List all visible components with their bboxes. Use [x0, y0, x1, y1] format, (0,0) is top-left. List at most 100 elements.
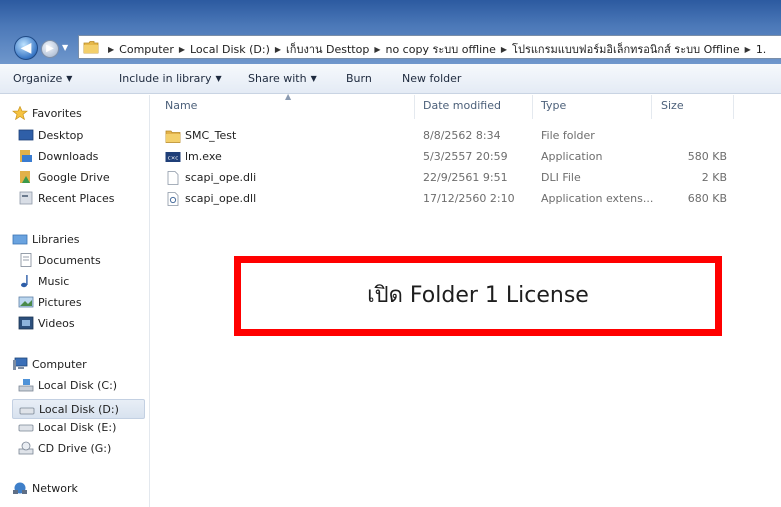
- libraries-icon: [12, 234, 28, 245]
- cd-drive-icon: [18, 441, 34, 455]
- instruction-callout: เปิด Folder 1 License: [234, 256, 722, 336]
- file-size: 680 KB: [687, 192, 727, 205]
- file-type: File folder: [541, 129, 595, 142]
- chevron-down-icon: ▼: [215, 74, 222, 83]
- nav-network-label: Network: [32, 482, 78, 495]
- nav-disk-d-label: Local Disk (D:): [39, 403, 119, 416]
- drive-icon: [18, 424, 34, 432]
- column-divider[interactable]: [651, 95, 652, 119]
- file-type: Application: [541, 150, 603, 163]
- recent-pages-chevron-icon[interactable]: ▼: [62, 42, 72, 54]
- instruction-text: เปิด Folder 1 License: [367, 283, 589, 308]
- organize-button[interactable]: Organize ▼: [13, 72, 72, 85]
- breadcrumb-desktop-work[interactable]: เก็บงาน Desttop: [286, 43, 369, 56]
- nav-disk-c-label: Local Disk (C:): [38, 379, 118, 392]
- nav-google-drive[interactable]: Google Drive: [18, 171, 110, 191]
- window-header: ◀ ▶ ▼ ▶ Computer ▶ Local Disk (D:) ▶ เก็บงาน …: [0, 0, 781, 64]
- star-icon: [12, 106, 28, 120]
- nav-music-label: Music: [38, 275, 70, 288]
- nav-documents-label: Documents: [38, 254, 101, 267]
- nav-videos[interactable]: Videos: [18, 316, 75, 337]
- dll-file-icon: [167, 192, 179, 206]
- share-label: Share with: [248, 72, 307, 85]
- folder-icon: [165, 130, 181, 143]
- network-icon: [13, 482, 27, 494]
- system-drive-icon: [18, 379, 34, 392]
- navigation-pane: Favorites Desktop Downloads Google Drive…: [0, 95, 150, 507]
- breadcrumb-eform-program[interactable]: โปรแกรมแบบฟอร์มอิเล็กทรอนิกส์ ระบบ Offli…: [512, 43, 740, 56]
- nav-favorites[interactable]: Favorites: [12, 106, 82, 127]
- forward-arrow-icon[interactable]: ▶: [41, 40, 59, 58]
- file-size: 580 KB: [687, 150, 727, 163]
- new-folder-button[interactable]: New folder: [402, 72, 461, 85]
- column-header-type[interactable]: Type: [541, 99, 566, 119]
- nav-google-drive-label: Google Drive: [38, 171, 110, 184]
- breadcrumb-separator-icon[interactable]: ▶: [108, 45, 114, 54]
- file-size: 2 KB: [701, 171, 727, 184]
- breadcrumb-local-disk-d[interactable]: Local Disk (D:): [190, 43, 270, 56]
- breadcrumb-current[interactable]: 1.: [756, 43, 767, 56]
- address-bar[interactable]: ▶ Computer ▶ Local Disk (D:) ▶ เก็บงาน Destto…: [78, 35, 781, 59]
- nav-cd-drive[interactable]: CD Drive (G:): [18, 441, 111, 462]
- organize-label: Organize: [13, 72, 63, 85]
- nav-computer-label: Computer: [32, 358, 87, 371]
- nav-recent-label: Recent Places: [38, 192, 115, 205]
- column-header-size[interactable]: Size: [661, 99, 684, 119]
- drive-icon: [19, 407, 35, 415]
- svg-text:c×c: c×c: [168, 156, 179, 162]
- file-date: 22/9/2561 9:51: [423, 171, 508, 184]
- nav-music[interactable]: Music: [18, 275, 69, 295]
- breadcrumb-separator-icon[interactable]: ▶: [501, 45, 507, 54]
- breadcrumb-separator-icon[interactable]: ▶: [745, 45, 751, 54]
- file-row[interactable]: c×c lm.exe 5/3/2557 20:59 Application 58…: [151, 147, 781, 168]
- file-name: scapi_ope.dli: [185, 171, 257, 184]
- music-icon: [21, 275, 28, 288]
- nav-desktop[interactable]: Desktop: [18, 129, 83, 149]
- file-date: 8/8/2562 8:34: [423, 129, 501, 142]
- nav-local-disk-e[interactable]: Local Disk (E:): [18, 421, 116, 441]
- nav-libraries[interactable]: Libraries: [12, 233, 80, 253]
- nav-videos-label: Videos: [38, 317, 75, 330]
- breadcrumb-separator-icon[interactable]: ▶: [179, 45, 185, 54]
- sort-ascending-icon: ▲: [285, 92, 292, 101]
- nav-libraries-label: Libraries: [32, 233, 80, 246]
- include-in-library-button[interactable]: Include in library ▼: [119, 72, 222, 85]
- file-type: DLI File: [541, 171, 581, 184]
- nav-documents[interactable]: Documents: [18, 253, 101, 274]
- column-divider[interactable]: [532, 95, 533, 119]
- breadcrumb-separator-icon[interactable]: ▶: [374, 45, 380, 54]
- include-label: Include in library: [119, 72, 212, 85]
- file-name: SMC_Test: [185, 129, 237, 142]
- chevron-down-icon: ▼: [310, 74, 317, 83]
- nav-local-disk-c[interactable]: Local Disk (C:): [18, 379, 117, 399]
- nav-downloads-label: Downloads: [38, 150, 99, 163]
- nav-desktop-label: Desktop: [38, 129, 84, 142]
- file-row[interactable]: SMC_Test 8/8/2562 8:34 File folder: [151, 126, 781, 147]
- share-with-button[interactable]: Share with ▼: [248, 72, 317, 85]
- breadcrumb-computer[interactable]: Computer: [119, 43, 174, 56]
- nav-network[interactable]: Network: [12, 482, 78, 502]
- pictures-icon: [18, 296, 34, 308]
- column-header-date[interactable]: Date modified: [423, 99, 501, 119]
- column-header-name[interactable]: Name: [165, 99, 197, 119]
- address-row: ◀ ▶ ▼ ▶ Computer ▶ Local Disk (D:) ▶ เก็บงาน …: [0, 34, 781, 60]
- column-divider[interactable]: [733, 95, 734, 119]
- application-icon: c×c: [165, 152, 181, 162]
- nav-pictures[interactable]: Pictures: [18, 296, 82, 316]
- file-date: 5/3/2557 20:59: [423, 150, 508, 163]
- recent-places-icon: [19, 191, 33, 205]
- breadcrumb-separator-icon[interactable]: ▶: [275, 45, 281, 54]
- back-arrow-icon[interactable]: ◀: [14, 36, 38, 60]
- file-row[interactable]: scapi_ope.dll 17/12/2560 2:10 Applicatio…: [151, 189, 781, 210]
- nav-downloads[interactable]: Downloads: [18, 150, 98, 170]
- google-drive-folder-icon: [20, 171, 30, 183]
- breadcrumb-no-copy-offline[interactable]: no copy ระบบ offline: [385, 43, 495, 56]
- downloads-folder-icon: [20, 150, 32, 162]
- nav-computer[interactable]: Computer: [12, 357, 87, 378]
- file-row[interactable]: scapi_ope.dli 22/9/2561 9:51 DLI File 2 …: [151, 168, 781, 189]
- burn-button[interactable]: Burn: [346, 72, 372, 85]
- column-divider[interactable]: [414, 95, 415, 119]
- file-date: 17/12/2560 2:10: [423, 192, 515, 205]
- nav-recent-places[interactable]: Recent Places: [18, 191, 115, 212]
- nav-local-disk-d[interactable]: Local Disk (D:): [12, 399, 145, 419]
